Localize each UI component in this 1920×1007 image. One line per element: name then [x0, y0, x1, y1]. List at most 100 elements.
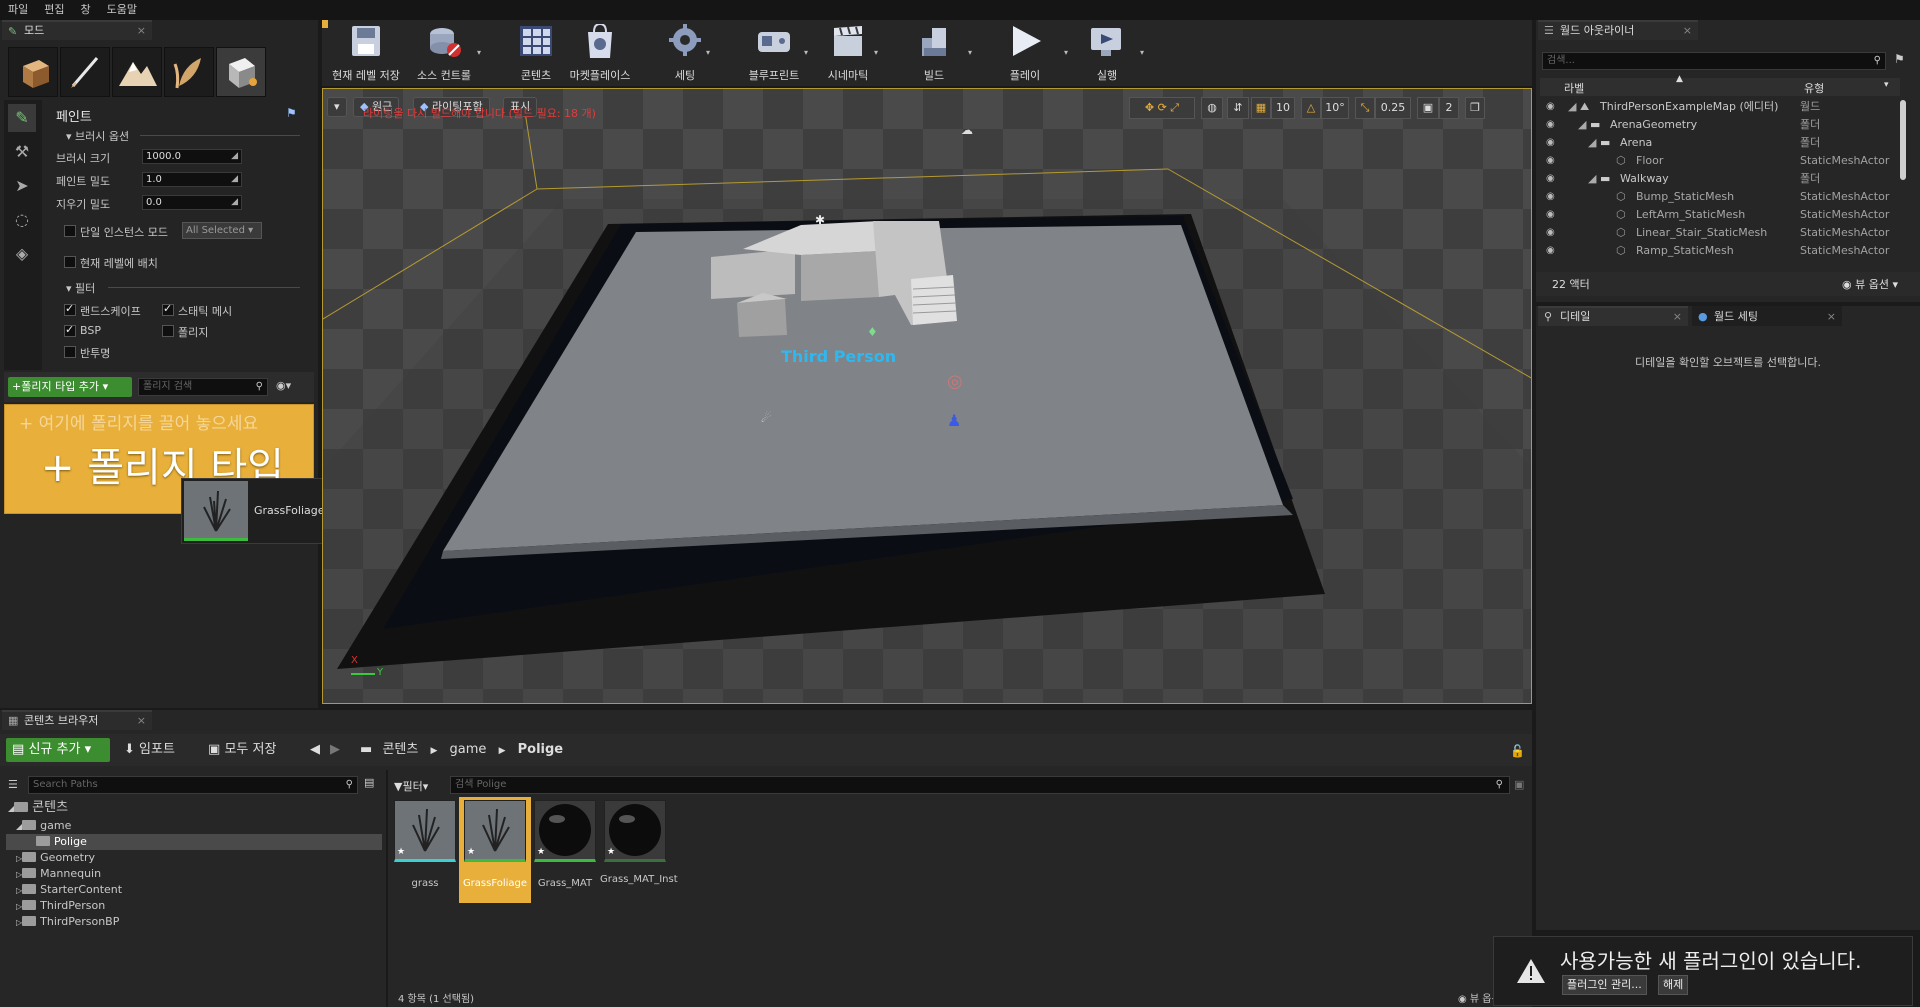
breadcrumb-content[interactable]: 콘텐츠	[382, 742, 418, 757]
dismiss-button[interactable]: 해제	[1658, 975, 1689, 995]
chevron-down-icon[interactable]: ▾	[874, 48, 878, 57]
spinner-icon[interactable]: ◢	[231, 173, 238, 186]
tree-item-thirdpersonbp[interactable]: ▷ ThirdPersonBP	[16, 914, 119, 930]
scale-snap-value[interactable]: 0.25	[1375, 97, 1411, 119]
world-outliner-tab[interactable]: ☰ 월드 아웃라이너 ×	[1538, 20, 1698, 40]
close-icon[interactable]: ×	[137, 712, 146, 730]
fill-tool-icon[interactable]: ◈	[8, 240, 36, 268]
geometry-edit-mode-button[interactable]	[216, 47, 266, 97]
tree-item-game[interactable]: ◢ game	[16, 818, 71, 834]
tree-item-thirdperson[interactable]: ▷ ThirdPerson	[16, 898, 105, 914]
chevron-down-icon[interactable]: ▾	[706, 48, 710, 57]
outliner-row-ramp[interactable]: ◉ ⬡ Ramp_StaticMesh StaticMeshActor	[1540, 242, 1900, 260]
content-button[interactable]: 콘텐츠	[508, 24, 564, 84]
chevron-down-icon[interactable]: ▾	[968, 48, 972, 57]
breadcrumb-game[interactable]: game	[450, 742, 487, 757]
asset-tile-grass-mat-inst[interactable]: ★	[604, 800, 666, 862]
menu-file[interactable]: 파일	[0, 0, 36, 20]
manage-plugins-button[interactable]: 플러그인 관리...	[1562, 975, 1647, 995]
place-in-level-checkbox[interactable]	[64, 256, 76, 268]
transform-tools-group[interactable]: ✥ ⟳ ⤢	[1129, 97, 1195, 119]
eye-icon[interactable]: ◉	[1546, 224, 1555, 242]
menu-window[interactable]: 창	[73, 0, 99, 20]
search-paths-input[interactable]: Search Paths ⚲	[28, 776, 358, 794]
eye-icon[interactable]: ◉	[1546, 242, 1555, 260]
filter-bsp-checkbox[interactable]	[64, 323, 76, 337]
outliner-search-input[interactable]: 검색... ⚲	[1542, 52, 1886, 70]
rotation-snap-icon[interactable]: △	[1301, 97, 1321, 119]
splitter[interactable]	[386, 770, 388, 1007]
eye-icon[interactable]: ◉	[1546, 206, 1555, 224]
eye-icon[interactable]: ◉	[1546, 98, 1555, 116]
outliner-view-options-button[interactable]: ◉ 뷰 옵션 ▾	[1842, 276, 1898, 292]
chevron-down-icon[interactable]: ▾	[1064, 48, 1068, 57]
asset-tile-grass[interactable]: ★	[394, 800, 456, 862]
chevron-down-icon[interactable]: ▾	[1884, 80, 1889, 90]
select-tool-icon[interactable]: ➤	[8, 172, 36, 200]
grid-snap-icon[interactable]: ▦	[1251, 97, 1271, 119]
close-icon[interactable]: ×	[137, 22, 146, 40]
chevron-down-icon[interactable]: ▾	[477, 48, 481, 57]
build-button[interactable]: 빌드	[912, 24, 956, 84]
rotation-snap-value[interactable]: 10°	[1321, 97, 1349, 119]
save-all-button[interactable]: ▣ 모두 저장	[208, 738, 276, 762]
lasso-tool-icon[interactable]: ◌	[8, 206, 36, 234]
add-foliage-type-button[interactable]: +폴리지 타입 추가 ▾	[8, 377, 132, 397]
eye-visibility-icon[interactable]: ◉▾	[276, 379, 291, 392]
modes-tab[interactable]: ✎ 모드 ×	[2, 20, 152, 40]
spinner-icon[interactable]: ◢	[231, 196, 238, 209]
eye-icon[interactable]: ◉	[1546, 116, 1555, 134]
place-mode-button[interactable]	[8, 47, 58, 97]
lock-icon[interactable]: 🔓	[1510, 744, 1525, 758]
filter-static-mesh-checkbox[interactable]	[162, 302, 174, 316]
filter-translucent-checkbox[interactable]	[64, 346, 76, 358]
tree-menu-icon[interactable]: ▤	[364, 776, 374, 789]
paint-bookmark-icon[interactable]: ⚑	[286, 106, 297, 120]
outliner-row-world[interactable]: ◉ ◢ ⛰ ThirdPersonExampleMap (에디터) 월드	[1540, 98, 1900, 116]
close-icon[interactable]: ×	[1683, 22, 1692, 40]
column-type-header[interactable]: 유형	[1804, 80, 1824, 96]
surface-snap-icon[interactable]: ⇵	[1227, 97, 1249, 119]
eye-icon[interactable]: ◉	[1546, 134, 1555, 152]
foliage-search-input[interactable]: 폴리지 검색 ⚲	[138, 378, 268, 396]
play-button[interactable]: 플레이	[1000, 24, 1050, 84]
tree-item-startercontent[interactable]: ▷ StarterContent	[16, 882, 122, 898]
cinematic-button[interactable]: 시네마틱	[818, 24, 878, 84]
asset-search-input[interactable]: 검색 Polige ⚲	[450, 776, 1510, 794]
settings-button[interactable]: 세팅	[660, 24, 710, 84]
content-browser-tab[interactable]: ▦ 콘텐츠 브라우저 ×	[2, 710, 152, 730]
outliner-add-icon[interactable]: ⚑	[1894, 52, 1905, 66]
tree-item-geometry[interactable]: ▷ Geometry	[16, 850, 95, 866]
world-settings-tab[interactable]: ● 월드 세팅 ×	[1692, 306, 1842, 326]
expand-arrow-icon[interactable]: ◢	[1568, 98, 1576, 116]
column-label-header[interactable]: 라벨	[1564, 80, 1584, 96]
viewport-options-button[interactable]: ▾	[327, 97, 347, 117]
close-icon[interactable]: ×	[1827, 308, 1836, 326]
sources-toggle-icon[interactable]: ☰	[8, 778, 18, 791]
camera-speed-icon[interactable]: ▣	[1417, 97, 1439, 119]
tree-item-mannequin[interactable]: ▷ Mannequin	[16, 866, 101, 882]
eye-icon[interactable]: ◉	[1546, 152, 1555, 170]
outliner-scrollbar[interactable]	[1900, 100, 1906, 180]
breadcrumb-polige[interactable]: Polige	[518, 742, 564, 757]
asset-tile-grassfoliage[interactable]: ★	[464, 800, 526, 862]
paint-tool-icon[interactable]: ✎	[8, 104, 36, 132]
level-viewport[interactable]: ▾ ◆ 원근 ◆ 라이팅포함 표시 라이팅을 다시 빌드해야 합니다 (빌드 필…	[322, 88, 1532, 704]
blueprint-button[interactable]: 블루프린트	[740, 24, 808, 84]
outliner-row-arena[interactable]: ◉ ◢ ▬ Arena 폴더	[1540, 134, 1900, 152]
details-tab[interactable]: ⚲ 디테일 ×	[1538, 306, 1688, 326]
chevron-down-icon[interactable]: ▾	[804, 48, 808, 57]
foliage-mode-button[interactable]	[164, 47, 214, 97]
eye-icon[interactable]: ◉	[1546, 170, 1555, 188]
tree-item-polige[interactable]: Polige	[36, 834, 87, 850]
paint-density-field[interactable]: 1.0 ◢	[142, 172, 242, 187]
outliner-row-bump[interactable]: ◉ ⬡ Bump_StaticMesh StaticMeshActor	[1540, 188, 1900, 206]
launch-button[interactable]: 실행	[1084, 24, 1130, 84]
expand-arrow-icon[interactable]: ◢	[1588, 134, 1596, 152]
tree-item-content[interactable]: ◢ 콘텐츠	[8, 800, 68, 816]
filter-foliage-checkbox[interactable]	[162, 325, 174, 337]
import-button[interactable]: ⬇ 임포트	[124, 738, 175, 762]
landscape-mode-button[interactable]	[112, 47, 162, 97]
outliner-row-floor[interactable]: ◉ ⬡ Floor StaticMeshActor	[1540, 152, 1900, 170]
world-local-toggle-icon[interactable]: ◍	[1201, 97, 1223, 119]
